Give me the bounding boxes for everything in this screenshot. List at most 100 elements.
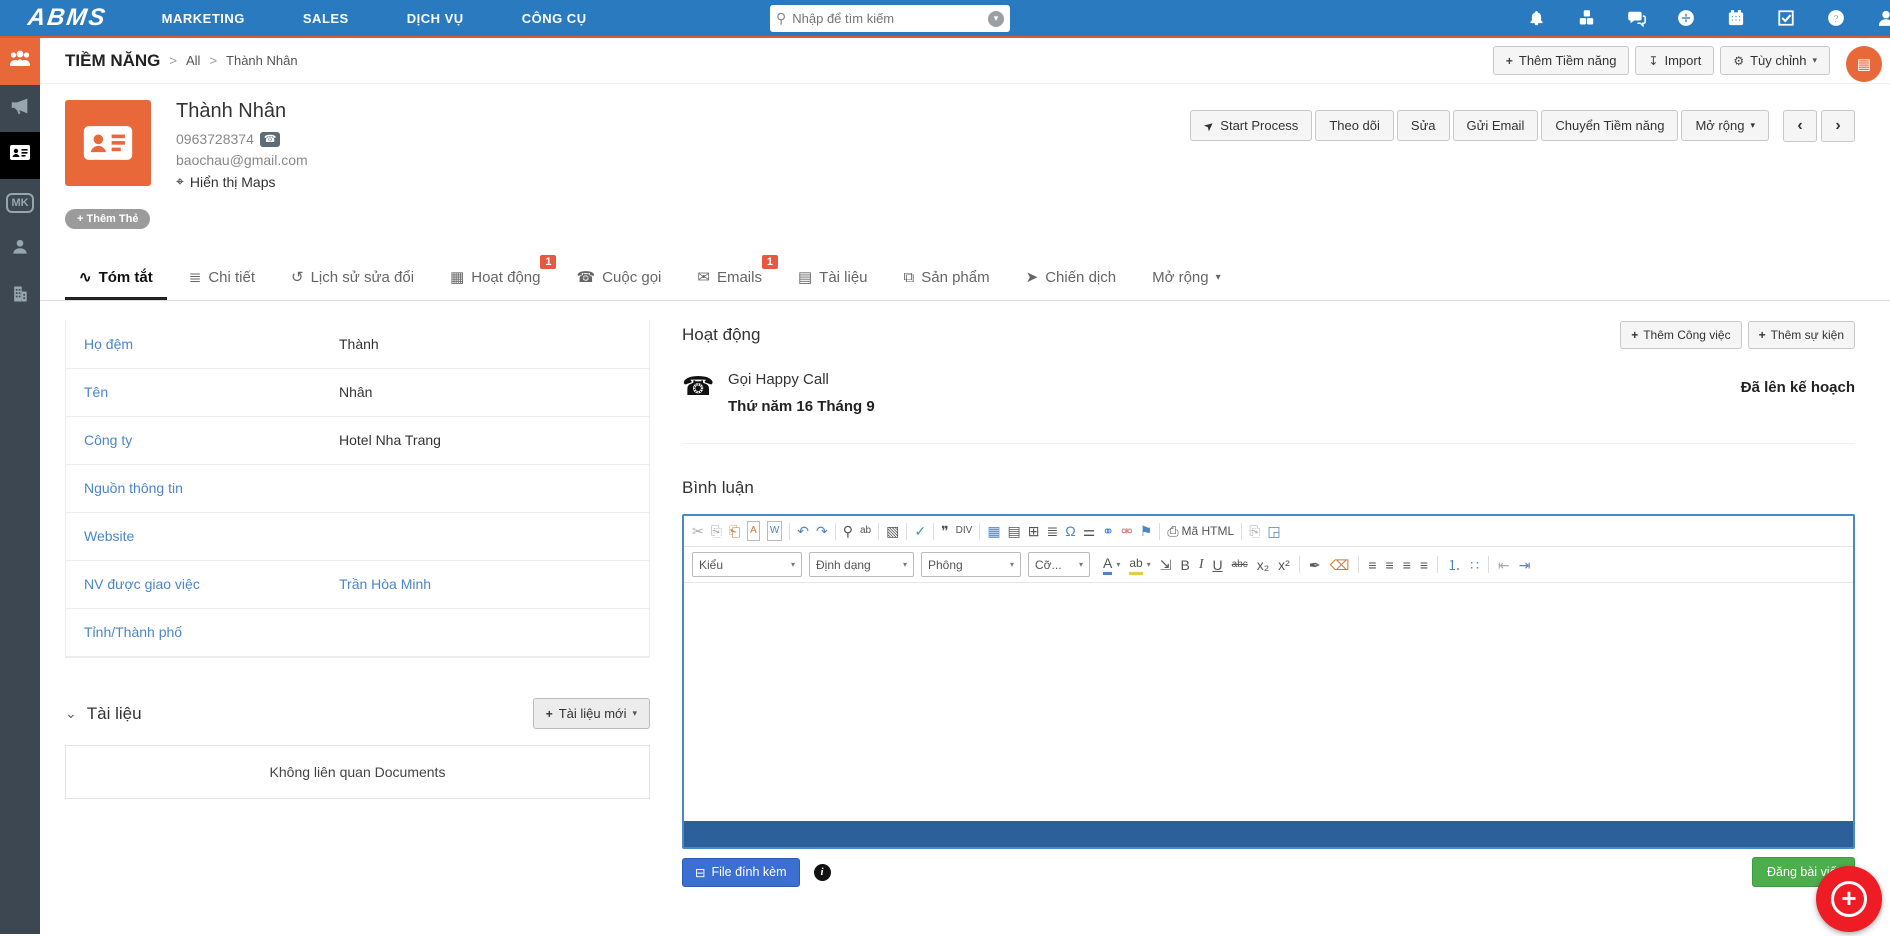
previous-record-button[interactable]: ‹ [1783, 110, 1817, 142]
tab-cuoc-goi[interactable]: ☎ Cuộc gọi [562, 268, 675, 300]
preview-icon[interactable]: ◲ [1267, 522, 1280, 540]
user-icon[interactable] [1876, 8, 1890, 28]
record-email[interactable]: baochau@gmail.com [176, 152, 308, 168]
quick-create-fab[interactable]: + [1816, 866, 1882, 932]
add-task-button[interactable]: + Thêm Công việc [1620, 321, 1742, 349]
nav-dich-vu[interactable]: DỊCH VỤ [407, 11, 464, 26]
maximize-icon[interactable]: ⇲ [1160, 556, 1172, 574]
indent-icon[interactable]: ⇥ [1519, 556, 1531, 574]
sidebar-item-campaigns[interactable] [0, 85, 40, 132]
cut-icon[interactable]: ✂ [692, 522, 704, 540]
call-icon[interactable]: ☎ [259, 131, 281, 147]
show-maps-link[interactable]: Hiển thị Maps [190, 174, 276, 190]
paste-icon[interactable]: ⎗ [729, 522, 740, 540]
field-label[interactable]: NV được giao việc [84, 576, 339, 593]
spellcheck-icon[interactable]: ✓ [914, 522, 926, 540]
calendar-icon[interactable] [1726, 8, 1746, 28]
align-left-icon[interactable]: ≡ [1368, 556, 1376, 574]
module-title[interactable]: TIỀM NĂNG [65, 51, 160, 71]
bullet-list-icon[interactable]: ∷ [1470, 556, 1479, 574]
sidebar-item-contacts-active[interactable] [0, 132, 40, 179]
bg-color-icon[interactable]: ab [1129, 554, 1150, 575]
undo-icon[interactable]: ↶ [797, 522, 809, 540]
field-value[interactable]: Trần Hòa Minh [339, 576, 431, 593]
tab-chi-tiet[interactable]: ≣ Chi tiết [175, 268, 269, 300]
tab-tom-tat[interactable]: ∿ Tóm tắt [65, 268, 167, 300]
strike-icon[interactable]: abc [1232, 556, 1248, 574]
tab-tai-lieu[interactable]: ▤ Tài liệu [784, 268, 882, 300]
activity-item-title[interactable]: Gọi Happy Call [728, 371, 1741, 388]
info-icon[interactable]: i [813, 863, 831, 881]
tab-san-pham[interactable]: ⧉ Sản phẩm [890, 269, 1004, 300]
add-event-button[interactable]: + Thêm sự kiện [1747, 321, 1855, 349]
field-label[interactable]: Công ty [84, 432, 339, 449]
start-process-button[interactable]: ➤ Start Process [1190, 110, 1313, 141]
replace-icon[interactable]: ab [860, 522, 871, 540]
breadcrumb-all[interactable]: All [186, 53, 200, 68]
style-select[interactable]: Kiểu [692, 552, 802, 577]
tab-emails[interactable]: ✉ Emails 1 [683, 255, 778, 300]
link-icon[interactable]: ⚭ [1102, 522, 1114, 540]
apps-icon[interactable] [1576, 8, 1596, 28]
more-button[interactable]: Mở rộng ▾ [1681, 110, 1769, 141]
chat-icon[interactable] [1626, 8, 1646, 28]
paste-text-icon[interactable]: A [747, 521, 760, 541]
align-right-icon[interactable]: ≡ [1403, 556, 1411, 574]
clipboard-button[interactable]: ▤ [1846, 46, 1882, 82]
templates2-icon[interactable]: ⎘ [1249, 522, 1260, 540]
edit-button[interactable]: Sửa [1396, 110, 1450, 141]
search-input[interactable] [792, 11, 988, 26]
justify-icon[interactable]: ≡ [1420, 556, 1428, 574]
new-document-button[interactable]: + Tài liệu mới ▾ [532, 698, 650, 729]
blockquote-icon[interactable]: ❞ [941, 522, 949, 540]
customize-button[interactable]: ⚙ Tùy chỉnh ▾ [1720, 46, 1830, 75]
send-email-button[interactable]: Gửi Email [1452, 110, 1539, 141]
field-label[interactable]: Tỉnh/Thành phố [84, 624, 339, 641]
sidebar-item-company[interactable] [0, 273, 40, 320]
nav-marketing[interactable]: MARKETING [162, 11, 245, 26]
import-button[interactable]: ↧ Import [1635, 46, 1715, 75]
bell-icon[interactable] [1526, 8, 1546, 28]
subscript-icon[interactable]: x₂ [1257, 556, 1269, 574]
paste-word-icon[interactable]: W [766, 521, 783, 541]
div-icon[interactable]: DIV [956, 522, 973, 540]
tab-chien-dich[interactable]: ➤ Chiến dịch [1012, 268, 1130, 300]
italic-icon[interactable]: I [1199, 556, 1204, 574]
table-icon[interactable]: ⊞ [1028, 522, 1040, 540]
tasks-icon[interactable] [1776, 8, 1796, 28]
bold-icon[interactable]: B [1180, 556, 1189, 574]
image-icon[interactable]: ▦ [987, 522, 1000, 540]
tab-hoat-dong[interactable]: ▦ Hoạt động 1 [436, 255, 557, 300]
select-all-icon[interactable]: ▧ [886, 522, 899, 540]
collapse-chevron-icon[interactable]: ⌄ [65, 705, 77, 722]
format-select[interactable]: Định dạng [809, 552, 914, 577]
remove-format-icon[interactable]: ⌫ [1330, 556, 1350, 574]
ordered-list-icon[interactable]: ⒈ [1447, 556, 1461, 574]
follow-button[interactable]: Theo dõi [1315, 110, 1394, 141]
tab-mo-rong[interactable]: Mở rộng ▾ [1138, 269, 1235, 300]
anchor-icon[interactable]: ⚑ [1140, 522, 1153, 540]
attach-file-button[interactable]: ⊟ File đính kèm [682, 857, 800, 887]
convert-lead-button[interactable]: Chuyển Tiềm năng [1541, 110, 1679, 141]
app-logo[interactable]: ABMS [26, 4, 109, 32]
field-label[interactable]: Website [84, 528, 339, 545]
next-record-button[interactable]: › [1821, 110, 1855, 142]
unlink-icon[interactable]: ⚮ [1121, 522, 1133, 540]
sidebar-item-person[interactable] [0, 226, 40, 273]
add-tag-button[interactable]: + Thêm Thẻ [65, 209, 151, 229]
source-icon[interactable]: ⎙ Mã HTML [1167, 522, 1234, 540]
copy-format-icon[interactable]: ✒ [1309, 556, 1321, 574]
size-select[interactable]: Cỡ... [1028, 552, 1090, 577]
special-char-icon[interactable]: Ω [1065, 522, 1075, 540]
help-icon[interactable]: ? [1826, 8, 1846, 28]
iframe-icon[interactable]: ≣ [1047, 522, 1059, 540]
nav-sales[interactable]: SALES [303, 11, 349, 26]
search-scope-icon[interactable]: ▾ [988, 10, 1004, 27]
field-label[interactable]: Họ đệm [84, 336, 339, 353]
nav-cong-cu[interactable]: CÔNG CỤ [522, 11, 587, 26]
tab-lich-su-sua-doi[interactable]: ↺ Lịch sử sửa đổi [277, 268, 428, 300]
field-label[interactable]: Nguồn thông tin [84, 480, 339, 497]
breadcrumb-record[interactable]: Thành Nhân [226, 53, 298, 68]
plus-circle-icon[interactable] [1676, 8, 1696, 28]
outdent-icon[interactable]: ⇤ [1498, 556, 1510, 574]
